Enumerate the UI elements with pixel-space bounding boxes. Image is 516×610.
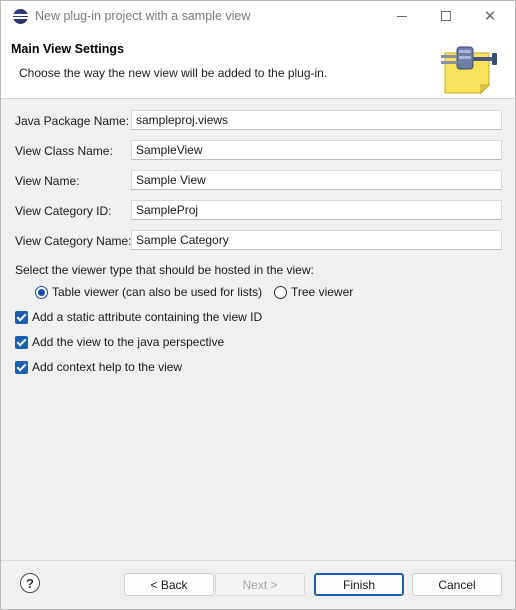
footer-divider <box>1 560 515 561</box>
radio-unselected-icon <box>274 285 287 299</box>
page-description: Choose the way the new view will be adde… <box>19 66 328 80</box>
static-attribute-label: Add a static attribute containing the vi… <box>32 310 263 324</box>
view-name-label: View Name: <box>15 174 80 188</box>
checkbox-checked-icon <box>15 335 28 349</box>
context-help-label: Add context help to the view <box>32 360 183 374</box>
next-button[interactable]: Next > <box>215 573 305 596</box>
close-button[interactable]: ✕ <box>468 1 512 31</box>
static-attribute-checkbox[interactable]: Add a static attribute containing the vi… <box>15 310 262 324</box>
checkbox-checked-icon <box>15 310 28 324</box>
wizard-dialog: New plug-in project with a sample view ✕… <box>0 0 516 610</box>
context-help-checkbox[interactable]: Add context help to the view <box>15 360 182 374</box>
plugin-wizard-icon <box>441 46 497 95</box>
title-bar: New plug-in project with a sample view ✕ <box>1 1 515 31</box>
tree-viewer-label: Tree viewer <box>291 285 354 299</box>
tree-viewer-radio[interactable]: Tree viewer <box>274 285 353 299</box>
close-icon: ✕ <box>483 7 497 25</box>
back-button[interactable]: < Back <box>124 573 214 596</box>
java-perspective-checkbox[interactable]: Add the view to the java perspective <box>15 335 224 349</box>
view-name-input[interactable] <box>131 170 502 190</box>
view-class-label: View Class Name: <box>15 144 113 158</box>
help-button[interactable]: ? <box>20 573 40 593</box>
maximize-button[interactable] <box>424 1 468 31</box>
table-viewer-label: Table viewer (can also be used for lists… <box>52 285 263 299</box>
wizard-header: Main View Settings Choose the way the ne… <box>1 31 515 99</box>
view-category-name-label: View Category Name: <box>15 234 132 248</box>
table-viewer-radio[interactable]: Table viewer (can also be used for lists… <box>35 285 262 299</box>
eclipse-app-icon <box>13 9 28 24</box>
radio-selected-icon <box>35 285 48 299</box>
cancel-button[interactable]: Cancel <box>412 573 502 596</box>
minimize-icon <box>397 15 407 17</box>
java-package-input[interactable] <box>131 110 502 130</box>
view-category-id-input[interactable] <box>131 200 502 220</box>
help-icon: ? <box>26 575 34 591</box>
checkbox-checked-icon <box>15 360 28 374</box>
view-category-id-label: View Category ID: <box>15 204 112 218</box>
finish-button[interactable]: Finish <box>314 573 404 596</box>
window-title: New plug-in project with a sample view <box>35 9 251 23</box>
viewer-type-prompt: Select the viewer type that should be ho… <box>15 263 314 277</box>
java-package-label: Java Package Name: <box>15 114 130 128</box>
view-category-name-input[interactable] <box>131 230 502 250</box>
java-perspective-label: Add the view to the java perspective <box>32 335 225 349</box>
view-class-input[interactable] <box>131 140 502 160</box>
page-title: Main View Settings <box>11 42 124 56</box>
minimize-button[interactable] <box>380 1 424 31</box>
maximize-icon <box>441 11 451 21</box>
